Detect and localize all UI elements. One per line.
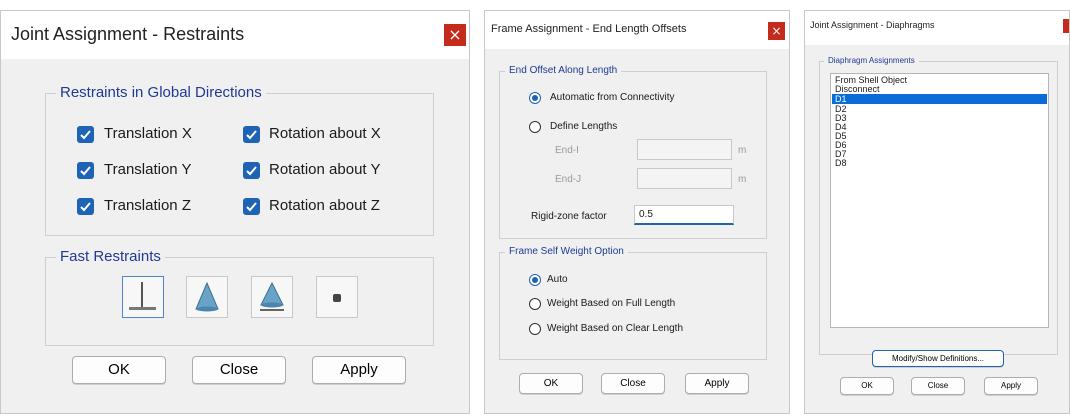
end-offset-title: End Offset Along Length [505,65,622,76]
diaphragms-ok-button[interactable]: OK [840,377,894,395]
pinned-support-icon [195,281,219,312]
roller-support-icon [260,281,284,311]
restraints-dialog: Joint Assignment - Restraints × Restrain… [0,10,470,414]
automatic-connectivity-label: Automatic from Connectivity [550,92,675,103]
fixed-support-button[interactable] [122,276,164,318]
fast-restraints-title: Fast Restraints [56,248,165,265]
rotation-x-label: Rotation about X [269,125,381,142]
restraints-close-icon[interactable]: × [444,24,466,46]
self-weight-title: Frame Self Weight Option [505,246,628,257]
weight-full-length-label: Weight Based on Full Length [547,298,676,309]
rigid-zone-input[interactable]: 0.5 [634,205,734,225]
rotation-z-checkbox[interactable] [243,198,260,215]
end-offsets-close-button[interactable]: Close [601,373,665,394]
translation-x-label: Translation X [104,125,192,142]
end-offsets-ok-button[interactable]: OK [519,373,583,394]
define-lengths-radio[interactable] [529,121,541,133]
diaphragms-close-button[interactable]: Close [911,377,965,395]
pinned-support-button[interactable] [186,276,228,318]
rotation-y-checkbox[interactable] [243,162,260,179]
translation-z-checkbox[interactable] [77,198,94,215]
diaphragm-listbox[interactable]: From Shell Object Disconnect D1 D2 D3 D4… [830,73,1049,328]
end-i-field[interactable] [637,139,732,160]
rotation-x-checkbox[interactable] [243,126,260,143]
translation-y-label: Translation Y [104,161,192,178]
translation-z-label: Translation Z [104,197,191,214]
diaphragm-list-item[interactable]: Disconnect [832,84,1047,94]
modify-definitions-button[interactable]: Modify/Show Definitions... [872,350,1004,367]
rigid-zone-label: Rigid-zone factor [531,211,607,222]
end-offsets-apply-button[interactable]: Apply [685,373,749,394]
rigid-zone-value: 0.5 [639,209,653,220]
rotation-y-label: Rotation about Y [269,161,381,178]
weight-auto-radio[interactable] [529,274,541,286]
restraints-ok-button[interactable]: OK [72,356,166,384]
weight-auto-label: Auto [547,274,568,285]
automatic-connectivity-radio[interactable] [529,92,541,104]
diaphragms-dialog: Joint Assignment - Diaphragms Diaphragm … [804,10,1070,414]
free-joint-button[interactable] [316,276,358,318]
global-restraints-title: Restraints in Global Directions [56,84,266,101]
define-lengths-label: Define Lengths [550,121,618,132]
end-j-label: End-J [555,174,582,185]
weight-clear-length-label: Weight Based on Clear Length [547,323,684,334]
diaphragms-title: Joint Assignment - Diaphragms [810,20,935,30]
end-offsets-close-icon[interactable]: × [768,22,785,40]
free-joint-icon [333,294,341,302]
end-offsets-title: Frame Assignment - End Length Offsets [491,23,687,35]
end-i-label: End-I [555,145,579,156]
weight-clear-length-radio[interactable] [529,323,541,335]
diaphragms-titlebar[interactable]: Joint Assignment - Diaphragms [805,11,1069,45]
end-offsets-dialog: Frame Assignment - End Length Offsets × … [484,10,790,414]
translation-x-checkbox[interactable] [77,126,94,143]
diaphragms-apply-button[interactable]: Apply [984,377,1038,395]
fast-restraints-group: Fast Restraints [45,248,434,346]
end-j-unit: m [738,174,747,185]
diaphragm-assignments-title: Diaphragm Assignments [824,56,919,65]
translation-y-checkbox[interactable] [77,162,94,179]
end-offsets-titlebar[interactable]: Frame Assignment - End Length Offsets × [485,11,789,49]
diaphragm-list-item[interactable]: D8 [832,158,1047,168]
diaphragms-close-icon[interactable] [1063,19,1069,33]
weight-full-length-radio[interactable] [529,298,541,310]
fixed-support-icon [129,282,156,310]
end-i-unit: m [738,145,747,156]
restraints-close-button[interactable]: Close [192,356,286,384]
restraints-title: Joint Assignment - Restraints [11,24,245,44]
end-j-field[interactable] [637,168,732,189]
restraints-apply-button[interactable]: Apply [312,356,406,384]
roller-support-button[interactable] [251,276,293,318]
diaphragm-list-item-selected[interactable]: D1 [832,94,1047,104]
rotation-z-label: Rotation about Z [269,197,380,214]
restraints-titlebar[interactable]: Joint Assignment - Restraints × [1,11,469,59]
